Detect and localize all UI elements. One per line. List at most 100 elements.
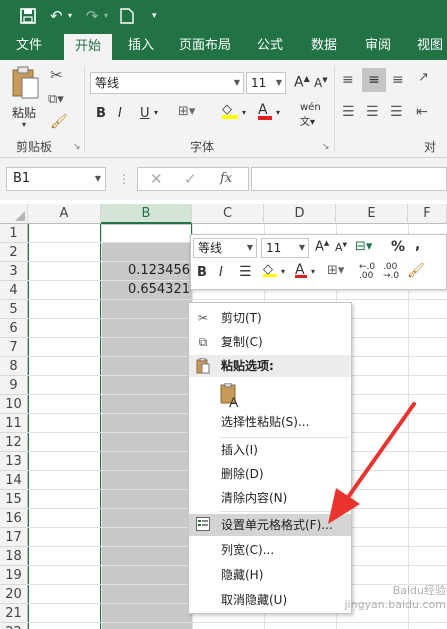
row-header-13[interactable]: 13 [0,452,28,471]
row-header-18[interactable]: 18 [0,547,28,566]
select-all-corner[interactable] [0,204,28,224]
formula-input[interactable] [251,167,447,191]
decrease-indent-icon[interactable]: ⇤ [416,104,428,120]
customize-qat-icon[interactable]: ▾ [152,6,157,26]
font-color-dropdown-icon[interactable]: ▾ [276,108,280,117]
row-header-3[interactable]: 3 [0,262,28,281]
orientation-icon[interactable]: ↗ [418,70,429,85]
paste-option-keep-text-icon[interactable]: A [219,382,245,410]
menu-item-cut[interactable]: ✂ 剪切(T) [189,307,351,329]
column-header-f[interactable]: F [408,204,447,224]
menu-item-hide[interactable]: 隐藏(H) [189,564,351,586]
menu-item-copy[interactable]: ⧉ 复制(C) [189,331,351,353]
comma-style-icon[interactable]: , [415,237,420,253]
phonetic-icon[interactable]: wén 文▾ [300,102,321,128]
shrink-font-icon[interactable]: A▼ [314,76,328,90]
grow-font-icon[interactable]: A▲ [294,74,310,91]
tab-file[interactable]: 文件 [6,32,52,60]
font-size-combo[interactable]: 11 ▼ [246,72,286,94]
font-color-icon[interactable]: A [295,262,307,278]
row-header-2[interactable]: 2 [0,243,28,262]
mini-font-name-combo[interactable]: 等线 ▼ [193,238,257,258]
tab-data[interactable]: 数据 [302,32,346,60]
row-header-12[interactable]: 12 [0,433,28,452]
tab-insert[interactable]: 插入 [120,32,162,60]
font-launcher-icon[interactable]: ↘ [322,142,330,152]
cancel-icon[interactable]: ✕ [150,170,163,188]
row-header-11[interactable]: 11 [0,414,28,433]
row-header-20[interactable]: 20 [0,585,28,604]
borders-icon[interactable]: ⊞▾ [327,263,344,278]
name-box[interactable]: B1 ▼ [6,167,106,191]
paste-button[interactable]: 粘贴 ▾ [8,66,42,129]
font-color-button[interactable]: A [258,102,272,120]
increase-decimal-icon[interactable]: ←.0.00 [359,263,375,281]
row-header-7[interactable]: 7 [0,338,28,357]
align-middle-icon[interactable]: ≡ [362,68,386,92]
align-bottom-icon[interactable]: ≡ [392,72,404,88]
column-header-a[interactable]: A [28,204,101,224]
row-header-19[interactable]: 19 [0,566,28,585]
row-header-5[interactable]: 5 [0,300,28,319]
row-header-22[interactable]: 22 [0,623,28,629]
row-header-9[interactable]: 9 [0,376,28,395]
menu-item-column-width[interactable]: 列宽(C)... [189,539,351,561]
font-color-dropdown-icon[interactable]: ▾ [311,267,315,276]
grow-font-icon[interactable]: A▲ [315,239,329,254]
underline-dropdown-icon[interactable]: ▾ [154,108,158,117]
align-right-icon[interactable]: ☰ [390,104,403,120]
fill-dropdown-icon[interactable]: ▾ [242,108,246,117]
row-header-1[interactable]: 1 [0,224,28,243]
column-header-c[interactable]: C [192,204,264,224]
format-painter-icon[interactable]: 🖌 [407,263,425,279]
new-file-icon[interactable] [120,6,134,26]
menu-item-unhide[interactable]: 取消隐藏(U) [189,589,351,611]
save-icon[interactable] [20,6,36,26]
align-top-icon[interactable]: ≡ [342,72,354,88]
font-name-combo[interactable]: 等线 ▼ [90,72,244,94]
redo-dropdown-icon[interactable]: ▾ [104,6,108,26]
row-header-4[interactable]: 4 [0,281,28,300]
format-painter-icon[interactable]: 🖌 [50,114,68,130]
align-center-icon[interactable]: ☰ [239,264,252,280]
row-header-14[interactable]: 14 [0,471,28,490]
row-header-6[interactable]: 6 [0,319,28,338]
percent-style-button[interactable]: % [391,239,405,255]
enter-icon[interactable]: ✓ [184,170,197,188]
borders-icon[interactable]: ⊞▾ [178,104,195,119]
decrease-decimal-icon[interactable]: .00 →.0 [383,263,399,281]
row-header-15[interactable]: 15 [0,490,28,509]
cut-icon[interactable]: ✂ [50,66,63,84]
undo-icon[interactable]: ↶ [50,6,63,26]
active-cell-b1[interactable] [102,225,191,243]
align-center-icon[interactable]: ☰ [366,104,379,120]
tab-view[interactable]: 视图 [410,32,447,60]
tab-review[interactable]: 审阅 [356,32,400,60]
number-format-icon[interactable]: ⊟▾ [355,239,372,254]
column-header-b[interactable]: B [101,204,192,224]
row-header-16[interactable]: 16 [0,509,28,528]
chevron-down-icon[interactable]: ▼ [95,168,101,190]
column-header-e[interactable]: E [336,204,408,224]
column-header-d[interactable]: D [264,204,336,224]
mini-font-size-combo[interactable]: 11 ▼ [261,238,309,258]
insert-function-button[interactable]: fx [220,171,232,186]
fill-color-icon[interactable]: ◇ [263,262,277,277]
cell-b4[interactable]: 0.654321 [104,282,190,297]
copy-icon[interactable]: ⧉▾ [48,92,64,107]
fill-color-icon[interactable]: ◇ [222,102,238,119]
redo-icon[interactable]: ↷ [86,6,99,26]
italic-button[interactable]: I [118,106,122,121]
tab-home[interactable]: 开始 [64,34,112,60]
tab-formulas[interactable]: 公式 [248,32,292,60]
row-header-17[interactable]: 17 [0,528,28,547]
shrink-font-icon[interactable]: A▼ [335,241,347,254]
row-header-10[interactable]: 10 [0,395,28,414]
cell-b3[interactable]: 0.123456 [104,263,190,278]
align-left-icon[interactable]: ☰ [342,104,355,120]
paste-dropdown-icon[interactable]: ▾ [22,120,26,129]
underline-button[interactable]: U [140,106,150,121]
undo-dropdown-icon[interactable]: ▾ [68,6,72,26]
clipboard-launcher-icon[interactable]: ↘ [73,142,81,152]
fill-dropdown-icon[interactable]: ▾ [281,267,285,276]
